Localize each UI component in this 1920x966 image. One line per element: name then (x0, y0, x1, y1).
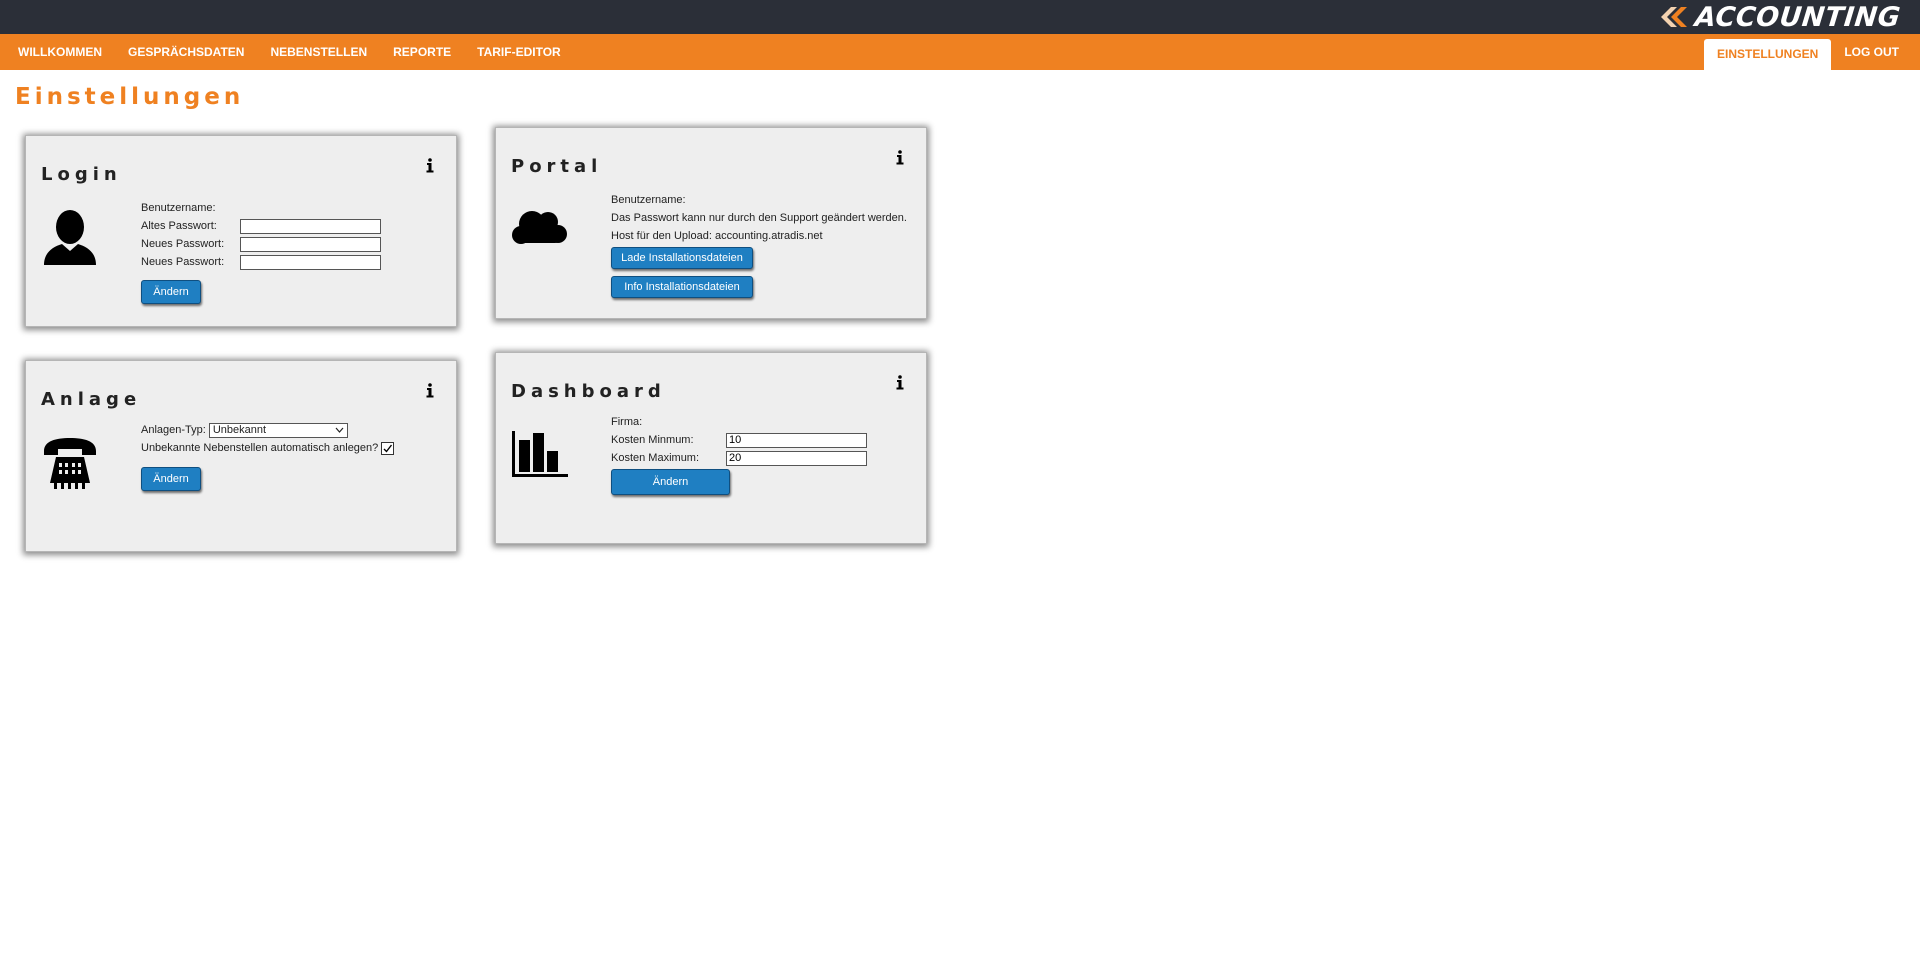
nav-item-nebenstellen[interactable]: NEBENSTELLEN (257, 34, 380, 70)
checkmark-icon (383, 444, 393, 453)
main-navigation: WILLKOMMEN GESPRÄCHSDATEN NEBENSTELLEN R… (0, 34, 1920, 70)
login-panel: Login Benutzername: Altes Passwort: Neue… (25, 135, 457, 327)
nav-item-tarif-editor[interactable]: TARIF-EDITOR (464, 34, 574, 70)
portal-host-text: Host für den Upload: accounting.atradis.… (611, 230, 823, 242)
anlage-form: Anlagen-Typ: Unbekannt Unbekannte Nebens… (141, 421, 395, 491)
dashboard-panel: Dashboard Firma: Kosten Minmum: Kosten M… (495, 352, 927, 544)
cost-max-label: Kosten Maximum: (611, 452, 700, 464)
nav-right-group: EINSTELLUNGEN LOG OUT (1703, 34, 1912, 70)
bar-chart-icon (512, 431, 568, 477)
info-icon[interactable] (896, 375, 904, 390)
anlagen-typ-select[interactable]: Unbekannt (208, 422, 348, 438)
nav-item-logout[interactable]: LOG OUT (1831, 34, 1912, 70)
accounting-logo: ACCOUNTING (1659, 1, 1902, 33)
dashboard-panel-title: Dashboard (511, 381, 666, 402)
old-password-input[interactable] (240, 218, 381, 234)
new-password-repeat-input[interactable] (240, 254, 381, 270)
top-header-bar: ACCOUNTING (0, 0, 1920, 34)
portal-password-note: Das Passwort kann nur durch den Support … (611, 212, 907, 224)
dashboard-form: Firma: Kosten Minmum: Kosten Maximum: Än… (611, 413, 867, 495)
old-password-label: Altes Passwort: (141, 220, 217, 232)
portal-panel-title: Portal (511, 156, 603, 177)
anlage-panel: Anlage Anlagen-Typ: Unbekannt Unbekannte… (25, 360, 457, 552)
portal-username-label: Benutzername: (611, 194, 686, 206)
new-password-repeat-label: Neues Passwort: (141, 256, 225, 268)
load-installation-files-button[interactable]: Lade Installationsdateien (611, 247, 753, 269)
new-password-input[interactable] (240, 236, 381, 252)
double-chevron-logo-icon (1660, 7, 1687, 27)
dashboard-change-button[interactable]: Ändern (611, 469, 730, 495)
nav-left-group: WILLKOMMEN GESPRÄCHSDATEN NEBENSTELLEN R… (0, 34, 574, 70)
anlagen-typ-selected-value: Unbekannt (212, 424, 267, 436)
telephone-icon (44, 438, 96, 489)
cost-min-label: Kosten Minmum: (611, 434, 694, 446)
cloud-icon (512, 211, 567, 244)
info-installation-files-button[interactable]: Info Installationsdateien (611, 276, 753, 298)
info-icon[interactable] (426, 383, 434, 398)
company-label: Firma: (611, 416, 643, 428)
new-password-label: Neues Passwort: (141, 238, 225, 250)
nav-item-willkommen[interactable]: WILLKOMMEN (0, 34, 115, 70)
nav-item-reporte[interactable]: REPORTE (380, 34, 464, 70)
portal-panel: Portal Benutzername: Das Passwort kann n… (495, 127, 927, 319)
login-change-button[interactable]: Ändern (141, 280, 201, 304)
page-title: Einstellungen (15, 84, 245, 110)
username-label: Benutzername: (141, 202, 216, 214)
login-form: Benutzername: Altes Passwort: Neues Pass… (141, 199, 381, 304)
anlagen-typ-label: Anlagen-Typ: (141, 424, 206, 436)
cost-min-input[interactable] (726, 432, 867, 448)
auto-create-label: Unbekannte Nebenstellen automatisch anle… (141, 442, 379, 454)
login-panel-title: Login (41, 164, 122, 185)
user-icon (44, 210, 96, 265)
auto-create-checkbox[interactable] (381, 441, 395, 455)
chevron-down-icon (335, 427, 344, 433)
cost-max-input[interactable] (726, 450, 867, 466)
info-icon[interactable] (426, 158, 434, 173)
anlage-panel-title: Anlage (41, 389, 142, 410)
nav-item-einstellungen[interactable]: EINSTELLUNGEN (1703, 39, 1832, 70)
anlage-change-button[interactable]: Ändern (141, 467, 201, 491)
info-icon[interactable] (896, 150, 904, 165)
logo-text: ACCOUNTING (1692, 1, 1902, 33)
nav-item-gespraechsdaten[interactable]: GESPRÄCHSDATEN (115, 34, 257, 70)
portal-content: Benutzername: Das Passwort kann nur durc… (611, 191, 907, 298)
